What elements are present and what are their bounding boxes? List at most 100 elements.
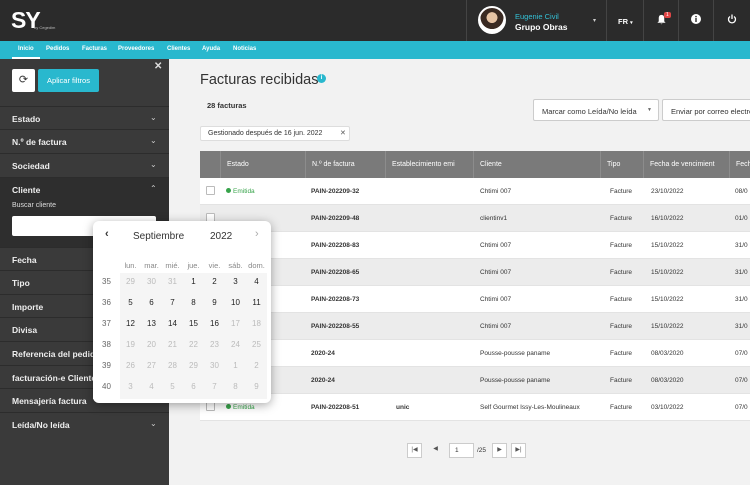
chevron-right-icon[interactable]: › — [255, 228, 259, 240]
apply-filters-button[interactable]: Aplicar filtros — [38, 69, 99, 92]
calendar-day: 25 — [252, 340, 261, 349]
logout-button[interactable] — [714, 0, 750, 41]
filter-label: Tipo — [12, 278, 30, 288]
column-vencimiento[interactable]: Fecha de vencimient — [643, 151, 729, 178]
invoice-date: 01/0 — [735, 215, 748, 222]
filter-leida[interactable]: Leída/No leída ⌄ — [0, 412, 169, 435]
invoice-number[interactable]: PAIN-202208-65 — [311, 269, 387, 276]
next-page-button[interactable]: ▶ — [492, 443, 507, 458]
language-selector[interactable]: FR ▾ — [607, 0, 644, 41]
calendar-day[interactable]: 7 — [162, 298, 183, 307]
info-button[interactable] — [679, 0, 714, 41]
table-header: Estado N.º de factura Establecimiento em… — [200, 151, 750, 178]
calendar-day[interactable]: 11 — [246, 298, 267, 307]
due-date: 08/03/2020 — [651, 350, 684, 357]
nav-pedidos[interactable]: Pedidos — [46, 41, 69, 59]
send-email-button[interactable]: Enviar por correo electrónico — [662, 99, 750, 121]
column-fecha[interactable]: Fecha — [729, 151, 750, 178]
invoice-number[interactable]: PAIN-202208-73 — [311, 296, 387, 303]
filter-estado[interactable]: Estado ⌄ — [0, 106, 169, 129]
nav-noticias[interactable]: Noticias — [233, 41, 256, 59]
table-row[interactable]: 2020-24 Pousse-pousse paname Facture 08/03/… — [200, 340, 750, 367]
calendar-day: 30 — [210, 361, 219, 370]
chevron-down-icon: ⌄ — [150, 113, 157, 122]
nav-proveedores[interactable]: Proveedores — [118, 41, 154, 59]
calendar-day[interactable]: 14 — [162, 319, 183, 328]
calendar-day[interactable]: 4 — [246, 277, 267, 286]
main-nav: Inicio Pedidos Facturas Proveedores Clie… — [0, 41, 750, 59]
invoice-number[interactable]: PAIN-202208-55 — [311, 323, 387, 330]
table-row[interactable]: PAIN-202208-65 Chtimi 007 Facture 15/10/202… — [200, 259, 750, 286]
nav-facturas[interactable]: Facturas — [82, 41, 107, 59]
calendar-day[interactable]: 10 — [225, 298, 246, 307]
row-checkbox[interactable] — [206, 186, 215, 195]
invoice-date: 31/0 — [735, 296, 748, 303]
nav-clientes[interactable]: Clientes — [167, 41, 190, 59]
calendar-day[interactable]: 1 — [183, 277, 204, 286]
due-date: 15/10/2022 — [651, 296, 684, 303]
invoice-number[interactable]: PAIN-202209-32 — [311, 188, 387, 195]
nav-ayuda[interactable]: Ayuda — [202, 41, 220, 59]
row-checkbox[interactable] — [206, 402, 215, 411]
column-estado[interactable]: Estado — [220, 151, 305, 178]
user-menu[interactable]: Eugenie Civil Grupo Obras ▾ — [466, 0, 607, 41]
due-date: 16/10/2022 — [651, 215, 684, 222]
chevron-left-icon[interactable]: ‹ — [105, 228, 109, 240]
notifications-button[interactable]: 1 — [644, 0, 679, 41]
nav-inicio[interactable]: Inicio — [12, 41, 40, 59]
column-num-factura[interactable]: N.º de factura — [305, 151, 385, 178]
calendar-day[interactable]: 3 — [225, 277, 246, 286]
invoice-number[interactable]: 2020-24 — [311, 350, 387, 357]
invoice-number[interactable]: PAIN-202208-83 — [311, 242, 387, 249]
status-label: Emitida — [233, 188, 255, 195]
refresh-button[interactable]: ⟳ — [12, 69, 35, 92]
first-page-icon: |◀ — [411, 447, 418, 453]
first-page-button[interactable]: |◀ — [407, 443, 422, 458]
calendar-day[interactable]: 5 — [120, 298, 141, 307]
filter-num-factura[interactable]: N.º de factura ⌄ — [0, 129, 169, 152]
calendar-day[interactable]: 8 — [183, 298, 204, 307]
calendar-month[interactable]: Septiembre — [133, 231, 184, 242]
column-establecimiento[interactable]: Establecimiento emi — [385, 151, 473, 178]
invoice-date: 31/0 — [735, 269, 748, 276]
invoice-number[interactable]: PAIN-202208-51 — [311, 404, 387, 411]
table-row[interactable]: Emitida PAIN-202208-51 unic Self Gourmet Is… — [200, 394, 750, 421]
calendar-year[interactable]: 2022 — [210, 231, 232, 242]
page-input[interactable]: 1 — [449, 443, 474, 458]
mark-read-button[interactable]: Marcar como Leída/No leída ▼ — [533, 99, 659, 121]
table-row[interactable]: PAIN-202209-48 clientinv1 Facture 16/10/202… — [200, 205, 750, 232]
calendar-day[interactable]: 2 — [204, 277, 225, 286]
user-name: Eugenie Civil — [515, 12, 559, 21]
invoice-number[interactable]: 2020-24 — [311, 377, 387, 384]
calendar-day[interactable]: 12 — [120, 319, 141, 328]
mark-read-label: Marcar como Leída/No leída — [542, 107, 637, 116]
table-row[interactable]: 2020-24 Pousse-pousse paname Facture 08/03/… — [200, 367, 750, 394]
week-number: 40 — [102, 382, 111, 391]
calendar-day[interactable]: 9 — [204, 298, 225, 307]
column-tipo[interactable]: Tipo — [600, 151, 643, 178]
client-name: Self Gourmet Issy-Les-Moulineaux — [480, 404, 580, 411]
calendar-day: 17 — [231, 319, 240, 328]
close-icon[interactable]: ✕ — [340, 129, 346, 137]
prev-page-button[interactable]: ◀ — [428, 443, 443, 458]
column-cliente[interactable]: Cliente — [473, 151, 600, 178]
calendar-day[interactable]: 15 — [183, 319, 204, 328]
weekday-header: vie. — [208, 261, 221, 270]
table-row[interactable]: PAIN-202208-73 Chtimi 007 Facture 15/10/202… — [200, 286, 750, 313]
due-date: 23/10/2022 — [651, 188, 684, 195]
last-page-button[interactable]: ▶| — [511, 443, 526, 458]
filter-sociedad[interactable]: Sociedad ⌄ — [0, 153, 169, 176]
chevron-down-icon: ⌄ — [150, 136, 157, 145]
close-icon[interactable]: ✕ — [154, 61, 162, 72]
table-row[interactable]: Emitida PAIN-202209-32 Chtimi 007 Facture 23… — [200, 178, 750, 205]
calendar-day: 22 — [189, 340, 198, 349]
table-row[interactable]: PAIN-202208-55 Chtimi 007 Facture 15/10/202… — [200, 313, 750, 340]
calendar-day[interactable]: 16 — [204, 319, 225, 328]
invoice-type: Facture — [610, 404, 633, 411]
table-row[interactable]: PAIN-202208-83 Chtimi 007 Facture 15/10/202… — [200, 232, 750, 259]
calendar-day[interactable]: 6 — [141, 298, 162, 307]
status-badge: Emitida — [226, 404, 255, 411]
info-icon[interactable]: i — [317, 74, 326, 83]
invoice-number[interactable]: PAIN-202209-48 — [311, 215, 387, 222]
calendar-day[interactable]: 13 — [141, 319, 162, 328]
